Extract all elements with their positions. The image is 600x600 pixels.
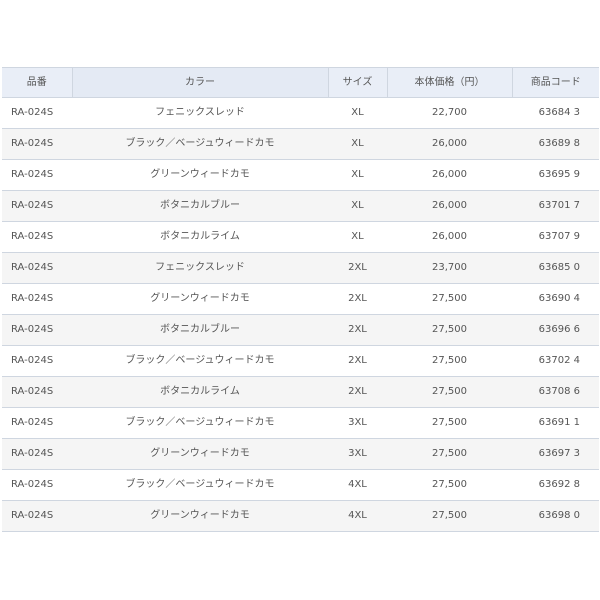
cell-code: RA-024S [2,159,72,191]
cell-size: XL [328,159,387,191]
cell-product-code: 63685 0 [512,252,599,284]
table-row: RA-024S ブラック／ベージュウィードカモ 4XL 27,500 63692 8 [2,469,599,501]
cell-code: RA-024S [2,97,72,129]
cell-code: RA-024S [2,314,72,346]
cell-code: RA-024S [2,252,72,284]
cell-product-code: 63701 7 [512,190,599,222]
cell-color: ボタニカルブルー [72,314,328,346]
cell-code: RA-024S [2,469,72,501]
table-row: RA-024S グリーンウィードカモ XL 26,000 63695 9 [2,159,599,191]
cell-code: RA-024S [2,376,72,408]
cell-color: ボタニカルブルー [72,190,328,222]
cell-code: RA-024S [2,407,72,439]
cell-size: 3XL [328,407,387,439]
cell-product-code: 63689 8 [512,128,599,160]
product-spec-table-container: 品番 カラー サイズ 本体価格（円） 商品コード RA-024S フェニックスレッ… [2,67,599,532]
cell-code: RA-024S [2,283,72,315]
cell-color: ブラック／ベージュウィードカモ [72,407,328,439]
cell-size: XL [328,128,387,160]
cell-product-code: 63698 0 [512,500,599,532]
table-row: RA-024S ブラック／ベージュウィードカモ 3XL 27,500 63691 1 [2,407,599,439]
cell-size: 2XL [328,252,387,284]
table-row: RA-024S ボタニカルライム XL 26,000 63707 9 [2,221,599,253]
cell-color: グリーンウィードカモ [72,159,328,191]
table-header: 品番 カラー サイズ 本体価格（円） 商品コード [2,67,599,98]
cell-size: 3XL [328,438,387,470]
table-row: RA-024S グリーンウィードカモ 2XL 27,500 63690 4 [2,283,599,315]
table-row: RA-024S ボタニカルブルー XL 26,000 63701 7 [2,190,599,222]
cell-color: フェニックスレッド [72,97,328,129]
cell-color: ブラック／ベージュウィードカモ [72,469,328,501]
cell-size: 4XL [328,469,387,501]
cell-size: XL [328,97,387,129]
cell-color: ボタニカルライム [72,376,328,408]
cell-price: 27,500 [387,469,512,501]
cell-price: 26,000 [387,221,512,253]
cell-code: RA-024S [2,221,72,253]
cell-code: RA-024S [2,128,72,160]
cell-color: グリーンウィードカモ [72,438,328,470]
table-row: RA-024S フェニックスレッド 2XL 23,700 63685 0 [2,252,599,284]
header-price: 本体価格（円） [386,67,512,98]
cell-product-code: 63702 4 [512,345,599,377]
cell-color: フェニックスレッド [72,252,328,284]
table-row: RA-024S ボタニカルライム 2XL 27,500 63708 6 [2,376,599,408]
header-color: カラー [71,67,328,98]
table-row: RA-024S ブラック／ベージュウィードカモ 2XL 27,500 63702 4 [2,345,599,377]
cell-product-code: 63691 1 [512,407,599,439]
cell-product-code: 63697 3 [512,438,599,470]
cell-price: 26,000 [387,128,512,160]
cell-code: RA-024S [2,345,72,377]
cell-price: 27,500 [387,407,512,439]
cell-size: 2XL [328,376,387,408]
cell-product-code: 63708 6 [512,376,599,408]
cell-product-code: 63692 8 [512,469,599,501]
header-size: サイズ [327,67,387,98]
cell-price: 27,500 [387,283,512,315]
table-row: RA-024S グリーンウィードカモ 4XL 27,500 63698 0 [2,500,599,532]
header-row: 品番 カラー サイズ 本体価格（円） 商品コード [2,67,599,98]
cell-price: 27,500 [387,438,512,470]
cell-price: 27,500 [387,345,512,377]
cell-color: グリーンウィードカモ [72,283,328,315]
cell-size: XL [328,221,387,253]
cell-price: 27,500 [387,500,512,532]
header-code: 品番 [2,67,72,98]
cell-size: 2XL [328,283,387,315]
cell-size: 2XL [328,345,387,377]
cell-product-code: 63690 4 [512,283,599,315]
cell-product-code: 63684 3 [512,97,599,129]
header-product-code: 商品コード [511,67,599,98]
cell-price: 22,700 [387,97,512,129]
cell-color: ブラック／ベージュウィードカモ [72,345,328,377]
cell-product-code: 63695 9 [512,159,599,191]
cell-size: 4XL [328,500,387,532]
cell-price: 26,000 [387,190,512,222]
cell-size: XL [328,190,387,222]
cell-price: 26,000 [387,159,512,191]
cell-product-code: 63696 6 [512,314,599,346]
table-body: RA-024S フェニックスレッド XL 22,700 63684 3 RA-024S ブラ… [2,97,599,532]
table-row: RA-024S グリーンウィードカモ 3XL 27,500 63697 3 [2,438,599,470]
cell-code: RA-024S [2,500,72,532]
product-spec-table: 品番 カラー サイズ 本体価格（円） 商品コード RA-024S フェニックスレッ… [2,67,599,532]
cell-size: 2XL [328,314,387,346]
cell-color: ボタニカルライム [72,221,328,253]
cell-color: グリーンウィードカモ [72,500,328,532]
cell-product-code: 63707 9 [512,221,599,253]
table-row: RA-024S ブラック／ベージュウィードカモ XL 26,000 63689 8 [2,128,599,160]
cell-price: 27,500 [387,314,512,346]
table-row: RA-024S ボタニカルブルー 2XL 27,500 63696 6 [2,314,599,346]
cell-color: ブラック／ベージュウィードカモ [72,128,328,160]
cell-price: 27,500 [387,376,512,408]
cell-code: RA-024S [2,438,72,470]
cell-price: 23,700 [387,252,512,284]
cell-code: RA-024S [2,190,72,222]
table-row: RA-024S フェニックスレッド XL 22,700 63684 3 [2,97,599,129]
